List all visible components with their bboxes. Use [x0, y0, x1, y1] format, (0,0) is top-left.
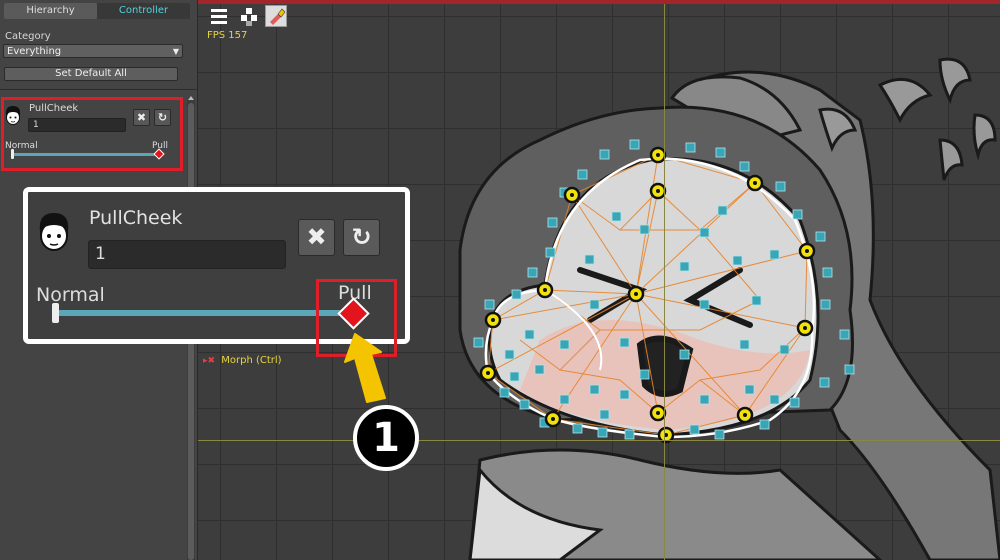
reset-button-zoomed[interactable]: ↻	[343, 219, 380, 256]
panel-tabs: Hierarchy Controller	[4, 3, 190, 19]
slider-min-handle-zoomed[interactable]	[52, 303, 59, 323]
morph-tool[interactable]: ▸✖ Morph (Ctrl)	[203, 355, 282, 366]
menu-icon	[211, 9, 227, 24]
step-number-badge: 1	[353, 405, 419, 471]
morph-label: Morph (Ctrl)	[221, 355, 282, 366]
category-label: Category	[5, 31, 51, 42]
brush-button[interactable]	[265, 5, 287, 27]
chevron-down-icon: ▼	[172, 47, 179, 56]
control-name-zoomed: PullCheek	[89, 207, 183, 229]
checker-icon	[241, 8, 257, 26]
arrow-up-icon	[344, 333, 386, 403]
set-default-all-button[interactable]: Set Default All	[4, 67, 178, 81]
morph-icon: ▸✖	[203, 356, 216, 366]
reset-icon: ↻	[351, 223, 372, 251]
category-dropdown[interactable]: Everything ▼	[3, 44, 183, 58]
delete-button-zoomed[interactable]: ✖	[298, 219, 335, 256]
checker-button[interactable]	[238, 5, 260, 27]
menu-button[interactable]	[208, 5, 230, 27]
divider	[0, 89, 197, 90]
highlight-box	[1, 97, 183, 171]
face-icon	[39, 213, 69, 251]
fps-counter: FPS 157	[207, 30, 248, 41]
category-value: Everything	[7, 46, 62, 57]
slider-track-zoomed[interactable]	[56, 310, 354, 316]
tab-controller[interactable]: Controller	[97, 3, 190, 19]
brush-icon	[270, 8, 286, 25]
axis-horizontal	[198, 440, 1000, 441]
close-icon: ✖	[306, 223, 327, 251]
axis-vertical	[664, 4, 665, 560]
slider-min-label-zoomed: Normal	[36, 284, 105, 306]
control-value-input-zoomed[interactable]: 1	[88, 240, 286, 269]
scroll-up-icon[interactable]	[188, 96, 194, 100]
tab-hierarchy[interactable]: Hierarchy	[4, 3, 97, 19]
